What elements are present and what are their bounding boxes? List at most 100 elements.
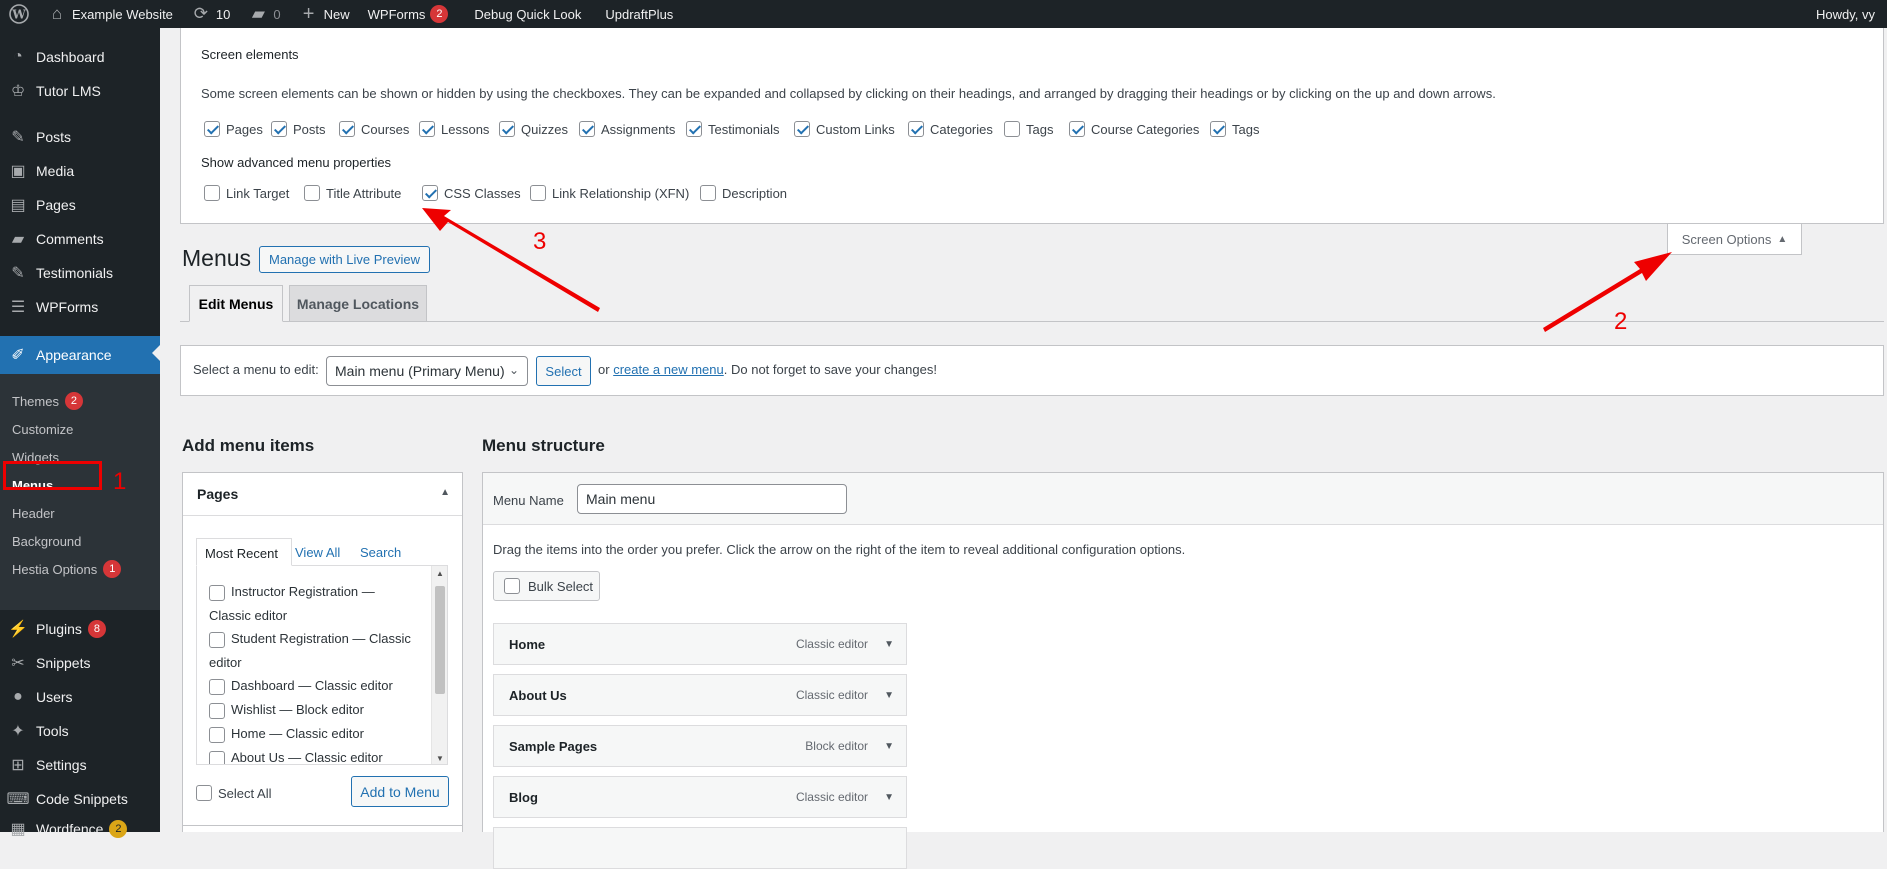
advanced-checkbox-description[interactable]: Description [700,185,787,201]
sidebar-item-appearance[interactable]: ✐ Appearance [0,336,160,374]
advanced-checkbox-link-target[interactable]: Link Target [204,185,289,201]
select-all-checkbox[interactable]: Select All [196,785,271,801]
screen-element-checkbox-testimonials[interactable]: Testimonials [686,121,780,137]
screen-element-checkbox-tags[interactable]: Tags [1210,121,1259,137]
advanced-checkbox-title-attribute[interactable]: Title Attribute [304,185,401,201]
screen-element-checkbox-course-categories[interactable]: Course Categories [1069,121,1199,137]
screen-element-checkbox-custom-links[interactable]: Custom Links [794,121,895,137]
checkbox[interactable] [908,121,924,137]
menu-select-dropdown[interactable]: Main menu (Primary Menu) ⌄ [326,356,528,386]
checkbox[interactable] [1210,121,1226,137]
add-to-menu-button[interactable]: Add to Menu [351,776,449,807]
list-item[interactable]: Instructor Registration — Classic editor [209,580,419,628]
menu-item-blog[interactable]: Blog Classic editor ▼ [493,776,907,818]
sidebar-item-users[interactable]: ● Users [0,680,160,714]
advanced-checkbox-link-relationship-xfn[interactable]: Link Relationship (XFN) [530,185,689,201]
sidebar-item-dashboard[interactable]: ◔ Dashboard [0,40,160,74]
create-new-menu-link[interactable]: create a new menu [613,362,724,377]
wordpress-logo-button[interactable]: W [0,0,38,28]
submenu-item-hestia-options[interactable]: Hestia Options 1 [12,558,122,580]
sidebar-item-snippets[interactable]: ✂ Snippets [0,646,160,680]
checkbox[interactable] [271,121,287,137]
list-item[interactable]: Student Registration — Classic editor [209,627,419,675]
checkbox[interactable] [196,785,212,801]
menu-item-partial[interactable] [493,827,907,869]
sidebar-item-posts[interactable]: ✎ Posts [0,120,160,154]
menu-name-input[interactable]: Main menu [577,484,847,514]
scrollbar-thumb[interactable] [435,586,445,694]
screen-element-checkbox-lessons[interactable]: Lessons [419,121,489,137]
caret-down-icon[interactable]: ▼ [884,741,894,752]
screen-element-checkbox-posts[interactable]: Posts [271,121,326,137]
list-item[interactable]: Wishlist — Block editor [209,698,419,722]
checkbox[interactable] [204,121,220,137]
checkbox[interactable] [209,750,225,764]
list-item[interactable]: Dashboard — Classic editor [209,674,419,698]
checkbox[interactable] [209,678,225,695]
screen-element-checkbox-pages[interactable]: Pages [204,121,263,137]
screen-element-checkbox-assignments[interactable]: Assignments [579,121,675,137]
tab-most-recent[interactable]: Most Recent [196,538,292,566]
debug-link[interactable]: Debug Quick Look [465,0,590,28]
checkbox[interactable] [304,185,320,201]
checkbox[interactable] [209,584,225,601]
checkbox[interactable] [499,121,515,137]
list-item[interactable]: About Us — Classic editor [209,746,419,764]
pages-list-scrollbar[interactable]: ▲ ▼ [431,566,447,764]
submenu-item-themes[interactable]: Themes 2 [12,390,83,412]
menu-item-about-us[interactable]: About Us Classic editor ▼ [493,674,907,716]
tab-search[interactable]: Search [360,545,401,560]
checkbox[interactable] [339,121,355,137]
new-content-link[interactable]: + New [290,0,359,28]
tab-manage-locations[interactable]: Manage Locations [289,285,427,322]
menu-item-home[interactable]: Home Classic editor ▼ [493,623,907,665]
screen-element-checkbox-categories[interactable]: Categories [908,121,993,137]
checkbox[interactable] [419,121,435,137]
screen-element-checkbox-courses[interactable]: Courses [339,121,409,137]
sidebar-item-pages[interactable]: ▤ Pages [0,188,160,222]
checkbox[interactable] [209,702,225,719]
scroll-up-icon[interactable]: ▲ [436,569,444,578]
pages-accordion-header[interactable]: Pages ▲ [183,473,462,516]
manage-live-preview-button[interactable]: Manage with Live Preview [259,246,430,273]
checkbox[interactable] [794,121,810,137]
sidebar-item-comments[interactable]: ▰ Comments [0,222,160,256]
sidebar-item-wordfence[interactable]: ▦ Wordfence 2 [0,812,160,846]
howdy-link[interactable]: Howdy, vy [1807,0,1887,28]
sidebar-item-code-snippets[interactable]: ⌨ Code Snippets [0,782,160,816]
caret-down-icon[interactable]: ▼ [884,639,894,650]
tab-view-all[interactable]: View All [295,545,340,560]
menu-item-sample-pages[interactable]: Sample Pages Block editor ▼ [493,725,907,767]
sidebar-item-settings[interactable]: ⊞ Settings [0,748,160,782]
checkbox[interactable] [209,631,225,648]
submenu-item-background[interactable]: Background [12,530,81,552]
scroll-down-icon[interactable]: ▼ [436,754,444,763]
screen-options-toggle[interactable]: Screen Options ▲ [1667,224,1802,255]
checkbox[interactable] [579,121,595,137]
checkbox[interactable] [686,121,702,137]
checkbox[interactable] [209,726,225,743]
screen-element-checkbox-tags[interactable]: Tags [1004,121,1053,137]
checkbox[interactable] [700,185,716,201]
caret-down-icon[interactable]: ▼ [884,690,894,701]
list-item[interactable]: Home — Classic editor [209,722,419,746]
bulk-select-button[interactable]: Bulk Select [493,571,600,601]
checkbox[interactable] [530,185,546,201]
submenu-item-widgets[interactable]: Widgets [12,446,59,468]
select-button[interactable]: Select [536,356,591,386]
checkbox[interactable] [1069,121,1085,137]
site-name-link[interactable]: ⌂ Example Website [38,0,182,28]
comments-link[interactable]: ▰ 0 [239,0,289,28]
updraft-link[interactable]: UpdraftPlus [596,0,682,28]
checkbox[interactable] [204,185,220,201]
advanced-checkbox-css-classes[interactable]: CSS Classes [422,185,521,201]
sidebar-item-tutor-lms[interactable]: ♔ Tutor LMS [0,74,160,108]
checkbox[interactable] [1004,121,1020,137]
submenu-item-customize[interactable]: Customize [12,418,73,440]
caret-down-icon[interactable]: ▼ [884,792,894,803]
tab-edit-menus[interactable]: Edit Menus [189,285,283,322]
sidebar-item-tools[interactable]: ✦ Tools [0,714,160,748]
sidebar-item-testimonials[interactable]: ✎ Testimonials [0,256,160,290]
checkbox[interactable] [422,185,438,201]
screen-element-checkbox-quizzes[interactable]: Quizzes [499,121,568,137]
